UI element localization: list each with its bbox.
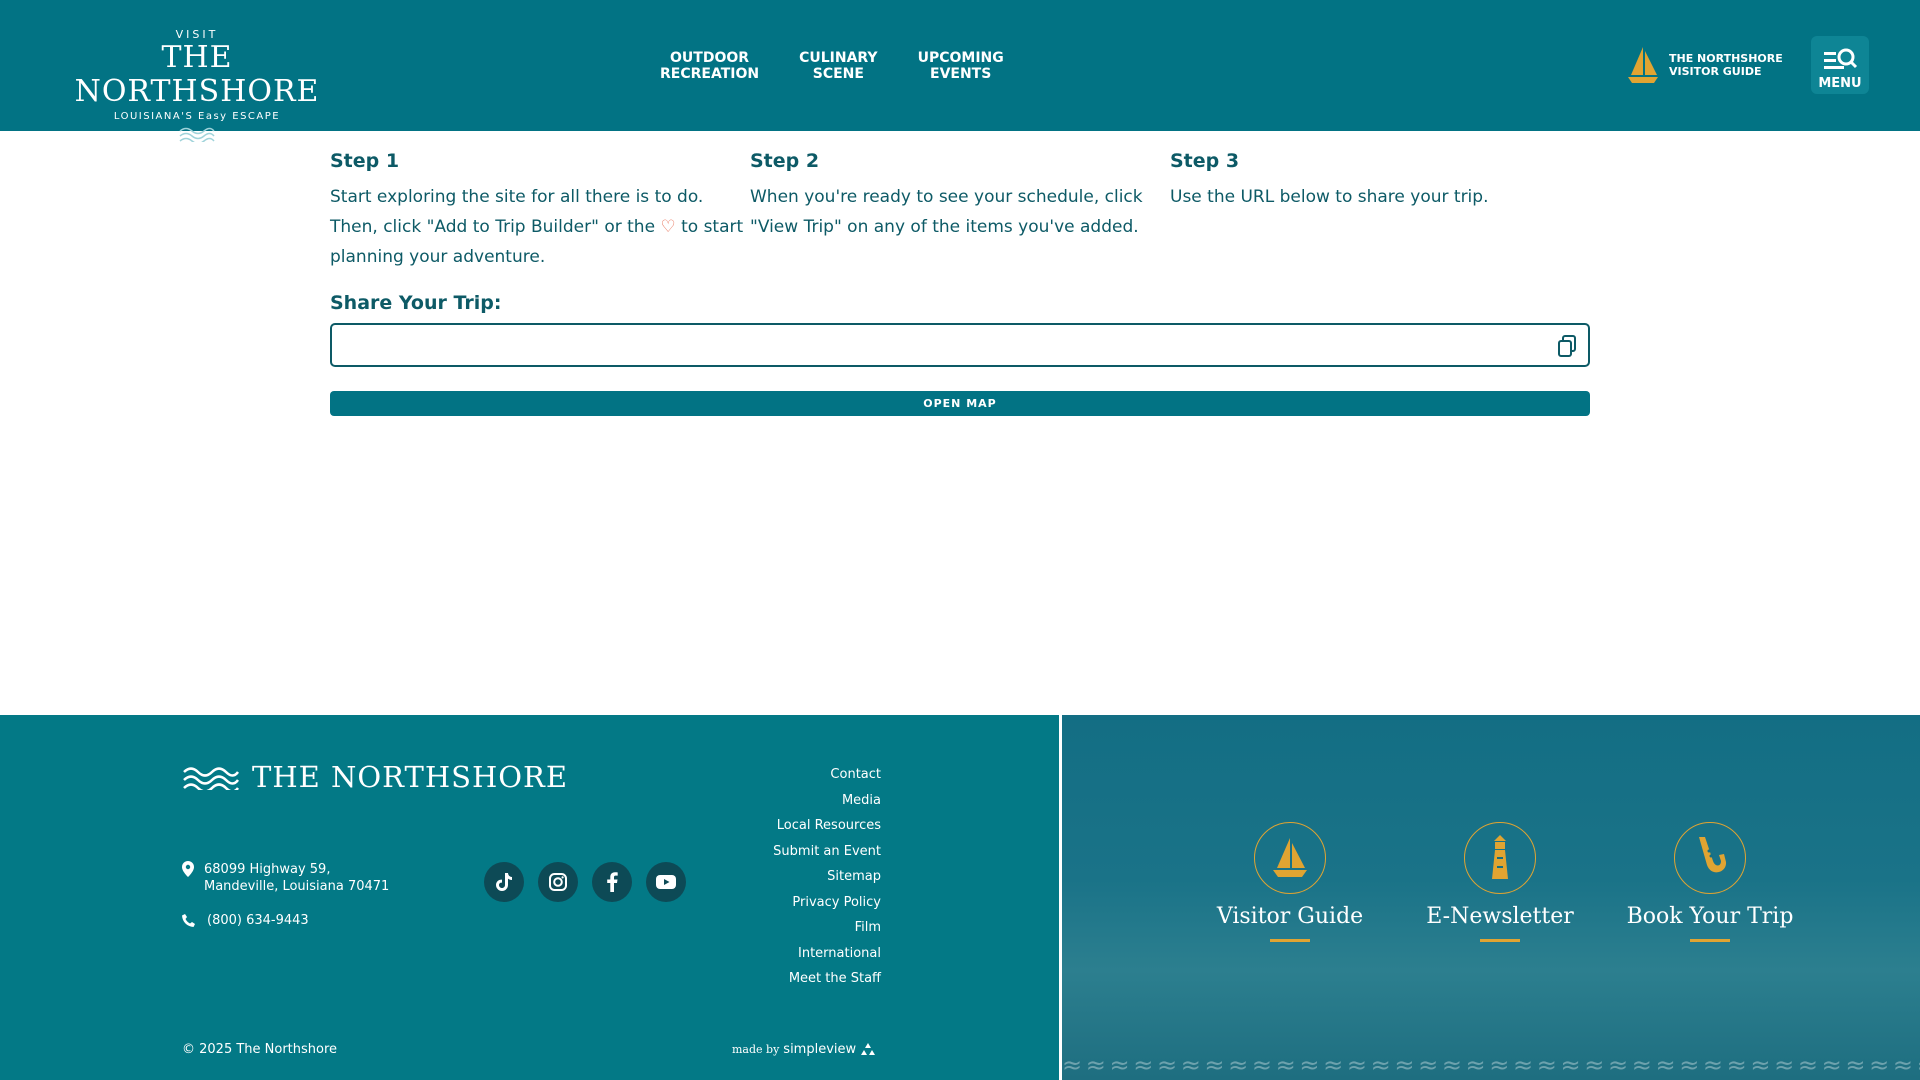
tiktok-link[interactable] — [484, 862, 524, 902]
step-title: Step 3 — [1170, 150, 1240, 172]
guide-label-line1: THE NORTHSHORE — [1669, 52, 1783, 65]
saxophone-icon — [1699, 837, 1727, 873]
lighthouse-icon — [1492, 835, 1508, 879]
step-text: Start exploring the site for all there i… — [330, 182, 750, 272]
facebook-link[interactable] — [592, 862, 632, 902]
footer-links: Contact Media Local Resources Submit an … — [681, 762, 881, 992]
cta-circle — [1254, 822, 1326, 894]
nav-label: OUTDOOR — [670, 50, 750, 66]
menu-button[interactable]: MENU — [1811, 36, 1869, 94]
open-map-button[interactable]: OPEN MAP — [330, 391, 1590, 416]
madeby-link[interactable]: made by simpleview — [732, 1042, 876, 1057]
instagram-link[interactable] — [538, 862, 578, 902]
site-header: VISIT THE NORTHSHORE LOUISIANA'S Easy ES… — [0, 0, 1920, 142]
logo-tagline: LOUISIANA'S Easy ESCAPE — [113, 111, 281, 122]
footer-link-film[interactable]: Film — [681, 915, 881, 941]
cta-underline — [1270, 939, 1310, 942]
trip-steps: Step 1 Start exploring the site for all … — [330, 150, 1590, 272]
cta-label: Visitor Guide — [1216, 904, 1364, 929]
footer-link-submit-event[interactable]: Submit an Event — [681, 839, 881, 865]
youtube-link[interactable] — [646, 862, 686, 902]
step-title: Step 1 — [330, 150, 400, 172]
footer-link-media[interactable]: Media — [681, 788, 881, 814]
madeby-prefix: made by — [732, 1043, 780, 1056]
cta-visitor-guide[interactable]: Visitor Guide — [1200, 822, 1380, 942]
menu-label: MENU — [1818, 75, 1862, 91]
nav-label: RECREATION — [660, 66, 760, 82]
step-1: Step 1 Start exploring the site for all … — [330, 150, 750, 272]
share-url-field-wrap — [330, 323, 1590, 367]
menu-search-icon — [1824, 48, 1858, 69]
cta-circle — [1674, 822, 1746, 894]
footer-link-meet-staff[interactable]: Meet the Staff — [681, 966, 881, 992]
footer-link-sitemap[interactable]: Sitemap — [681, 864, 881, 890]
madeby-brand: simpleview — [783, 1042, 857, 1057]
nav-label: SCENE — [812, 66, 864, 82]
footer-logo[interactable]: THE NORTHSHORE — [182, 760, 568, 794]
footer-phone[interactable]: (800) 634-9443 — [182, 913, 309, 928]
step-2: Step 2 When you're ready to see your sch… — [750, 150, 1170, 272]
main-nav: OUTDOOR RECREATION CULINARY SCENE UPCOMI… — [660, 50, 1004, 82]
footer-ctas: Visitor Guide E-Newsletter Book Your Tri… — [1200, 822, 1800, 942]
sailboat-icon — [1628, 47, 1658, 83]
nav-outdoor-recreation[interactable]: OUTDOOR RECREATION — [660, 50, 759, 82]
social-links — [484, 862, 686, 902]
footer-link-international[interactable]: International — [681, 941, 881, 967]
site-logo[interactable]: VISIT THE NORTHSHORE LOUISIANA'S Easy ES… — [50, 28, 344, 142]
cta-label: E-Newsletter — [1426, 904, 1574, 929]
location-pin-icon — [182, 861, 194, 877]
step-title: Step 2 — [750, 150, 820, 172]
step-text: Use the URL below to share your trip. — [1170, 187, 1489, 207]
cta-book-your-trip[interactable]: Book Your Trip — [1620, 822, 1800, 942]
sailboat-icon — [1273, 838, 1307, 877]
nav-label: CULINARY — [799, 50, 878, 66]
footer-link-privacy-policy[interactable]: Privacy Policy — [681, 890, 881, 916]
copyright: © 2025 The Northshore — [182, 1042, 338, 1057]
cta-underline — [1480, 939, 1520, 942]
step-3: Step 3 Use the URL below to share your t… — [1170, 150, 1590, 272]
cta-label: Book Your Trip — [1626, 904, 1794, 929]
tiktok-icon — [496, 873, 512, 891]
cta-underline — [1690, 939, 1730, 942]
simpleview-logo-icon — [861, 1042, 876, 1055]
instagram-icon — [549, 873, 567, 891]
phone-icon — [182, 914, 195, 927]
youtube-icon — [656, 875, 676, 889]
facebook-icon — [606, 872, 618, 892]
footer-link-local-resources[interactable]: Local Resources — [681, 813, 881, 839]
cta-e-newsletter[interactable]: E-Newsletter — [1410, 822, 1590, 942]
waves-icon — [179, 127, 215, 142]
footer-address: 68099 Highway 59, Mandeville, Louisiana … — [182, 861, 389, 895]
address-line: Mandeville, Louisiana 70471 — [204, 879, 390, 894]
nav-label: UPCOMING — [917, 50, 1004, 66]
nav-upcoming-events[interactable]: UPCOMING EVENTS — [918, 50, 1004, 82]
step-text: When you're ready to see your schedule, … — [750, 187, 1143, 237]
footer-logo-name: THE NORTHSHORE — [252, 760, 569, 794]
share-title: Share Your Trip: — [330, 292, 502, 314]
nav-culinary-scene[interactable]: CULINARY SCENE — [799, 50, 877, 82]
address-line: 68099 Highway 59, — [204, 862, 331, 877]
waves-icon — [183, 767, 240, 790]
step-text-part: Start exploring the site for all there i… — [330, 187, 704, 237]
logo-name: THE NORTHSHORE — [74, 40, 320, 109]
phone-number: (800) 634-9443 — [207, 913, 309, 928]
cta-circle — [1464, 822, 1536, 894]
heart-icon: ♡ — [660, 217, 676, 237]
share-url-input[interactable] — [332, 325, 1588, 365]
wave-pattern: ≈ ≈ ≈ ≈ ≈ ≈ ≈ ≈ ≈ ≈ ≈ ≈ ≈ ≈ ≈ ≈ ≈ ≈ ≈ ≈ … — [1062, 1051, 1920, 1079]
copy-icon[interactable] — [1556, 334, 1578, 358]
guide-label-line2: VISITOR GUIDE — [1669, 65, 1762, 78]
footer-link-contact[interactable]: Contact — [681, 762, 881, 788]
visitor-guide-link[interactable]: THE NORTHSHORE VISITOR GUIDE — [1625, 45, 1783, 85]
nav-label: EVENTS — [930, 66, 992, 82]
